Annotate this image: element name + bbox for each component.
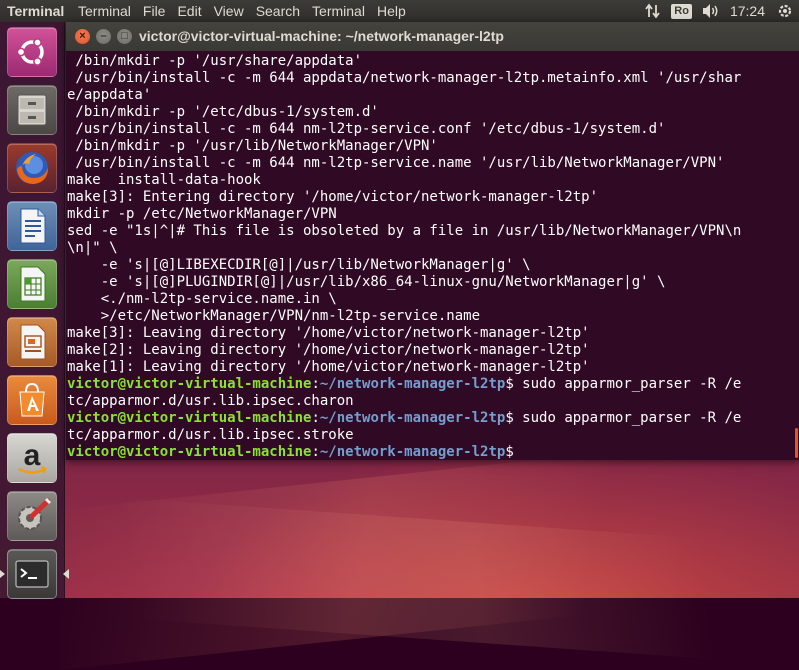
launcher-writer[interactable] <box>7 201 57 251</box>
output-line: /bin/mkdir -p '/usr/share/appdata' <box>67 53 363 69</box>
firefox-icon <box>16 152 48 184</box>
output-line: /usr/bin/install -c -m 644 nm-l2tp-servi… <box>67 155 725 171</box>
volume-icon[interactable] <box>702 3 720 19</box>
launcher: a <box>0 22 69 599</box>
terminal-window[interactable]: × – □ victor@victor-virtual-machine: ~/n… <box>66 22 799 460</box>
launcher-dash[interactable] <box>7 27 57 77</box>
terminal-icon <box>15 560 49 588</box>
menu-edit[interactable]: Edit <box>171 0 207 22</box>
calc-spreadsheet-icon <box>20 266 46 302</box>
scrollbar-thumb[interactable] <box>795 428 798 458</box>
keyboard-layout-indicator[interactable]: Ro <box>671 3 692 19</box>
prompt-dollar: $ <box>505 444 514 460</box>
window-titlebar[interactable]: × – □ victor@victor-virtual-machine: ~/n… <box>66 22 799 51</box>
output-line: -e 's|[@]LIBEXECDIR[@]|/usr/lib/NetworkM… <box>67 257 531 273</box>
svg-text:a: a <box>24 439 41 472</box>
output-line: make[1]: Leaving directory '/home/victor… <box>67 359 590 375</box>
command-continuation: tc/apparmor.d/usr.lib.ipsec.stroke <box>67 427 354 443</box>
menu-help[interactable]: Help <box>371 0 412 22</box>
prompt-colon: : <box>311 410 320 426</box>
prompt-colon: : <box>311 444 320 460</box>
writer-document-icon <box>20 208 46 244</box>
launcher-software-center[interactable] <box>7 375 57 425</box>
menu-file[interactable]: File <box>137 0 172 22</box>
output-line: /bin/mkdir -p '/usr/lib/NetworkManager/V… <box>67 138 438 154</box>
output-line: /bin/mkdir -p '/etc/dbus-1/system.d' <box>67 104 379 120</box>
output-line: sed -e "1s|^|# This file is obsoleted by… <box>67 223 742 239</box>
system-tray: Ro 17:24 <box>645 0 799 22</box>
output-line: >/etc/NetworkManager/VPN/nm-l2tp-service… <box>67 308 481 324</box>
command-continuation: tc/apparmor.d/usr.lib.ipsec.charon <box>67 393 354 409</box>
prompt-path: ~/network-manager-l2tp <box>319 444 506 460</box>
focused-indicator <box>63 569 69 579</box>
output-line: mkdir -p /etc/NetworkManager/VPN <box>67 206 337 222</box>
prompt-path: ~/network-manager-l2tp <box>319 376 506 392</box>
wrench-gear-icon <box>18 497 52 530</box>
output-line: /usr/bin/install -c -m 644 appdata/netwo… <box>67 70 742 86</box>
impress-presentation-icon <box>20 324 46 360</box>
clock[interactable]: 17:24 <box>730 0 765 22</box>
launcher-terminal[interactable] <box>7 549 57 599</box>
output-line: <./nm-l2tp-service.name.in \ <box>67 291 337 307</box>
output-line: /usr/bin/install -c -m 644 nm-l2tp-servi… <box>67 121 666 137</box>
prompt-line: victor@victor-virtual-machine:~/network-… <box>67 410 790 427</box>
command-text: sudo apparmor_parser -R /e <box>513 410 742 426</box>
output-line: make install-data-hook <box>67 172 261 188</box>
prompt-colon: : <box>311 376 320 392</box>
power-gear-icon[interactable] <box>777 3 793 19</box>
prompt-dollar: $ <box>505 376 514 392</box>
prompt-line: victor@victor-virtual-machine:~/network-… <box>67 376 790 393</box>
minimize-button[interactable]: – <box>96 29 111 44</box>
menu-terminal-app[interactable]: Terminal <box>72 0 137 22</box>
shopping-bag-icon <box>19 382 45 417</box>
app-title: Terminal <box>7 3 65 19</box>
keyboard-layout-label: Ro <box>671 3 692 19</box>
output-line: -e 's|[@]PLUGINDIR[@]|/usr/lib/x86_64-li… <box>67 274 666 290</box>
launcher-system-settings[interactable] <box>7 491 57 541</box>
output-line: \n|" \ <box>67 240 118 256</box>
maximize-button[interactable]: □ <box>117 29 132 44</box>
files-cabinet-icon <box>17 94 47 126</box>
output-line: make[2]: Leaving directory '/home/victor… <box>67 342 590 358</box>
amazon-icon: a <box>18 439 47 474</box>
close-button[interactable]: × <box>75 29 90 44</box>
prompt-dollar: $ <box>505 410 514 426</box>
prompt-user: victor@victor-virtual-machine <box>67 376 312 392</box>
output-line: make[3]: Entering directory '/home/victo… <box>67 189 599 205</box>
output-line: make[3]: Leaving directory '/home/victor… <box>67 325 590 341</box>
running-indicator <box>0 570 5 578</box>
terminal-scrollbar[interactable] <box>790 51 799 460</box>
command-text: sudo apparmor_parser -R /e <box>513 376 742 392</box>
launcher-impress[interactable] <box>7 317 57 367</box>
launcher-calc[interactable] <box>7 259 57 309</box>
top-panel: Terminal Terminal File Edit View Search … <box>0 0 799 22</box>
prompt-path: ~/network-manager-l2tp <box>319 410 506 426</box>
window-title: victor@victor-virtual-machine: ~/network… <box>139 28 504 44</box>
menubar: Terminal File Edit View Search Terminal … <box>72 0 412 22</box>
launcher-files[interactable] <box>7 85 57 135</box>
prompt-user: victor@victor-virtual-machine <box>67 444 312 460</box>
menu-search[interactable]: Search <box>250 0 306 22</box>
terminal-output[interactable]: /bin/mkdir -p '/usr/share/appdata' /usr/… <box>66 51 790 460</box>
menu-view[interactable]: View <box>208 0 250 22</box>
prompt-user: victor@victor-virtual-machine <box>67 410 312 426</box>
launcher-amazon[interactable]: a <box>7 433 57 483</box>
menu-terminal[interactable]: Terminal <box>306 0 371 22</box>
ubuntu-logo-icon <box>16 38 44 66</box>
prompt-line-current[interactable]: victor@victor-virtual-machine:~/network-… <box>67 444 790 460</box>
output-line: e/appdata' <box>67 87 152 103</box>
launcher-firefox[interactable] <box>7 143 57 193</box>
network-updown-icon[interactable] <box>645 3 661 19</box>
